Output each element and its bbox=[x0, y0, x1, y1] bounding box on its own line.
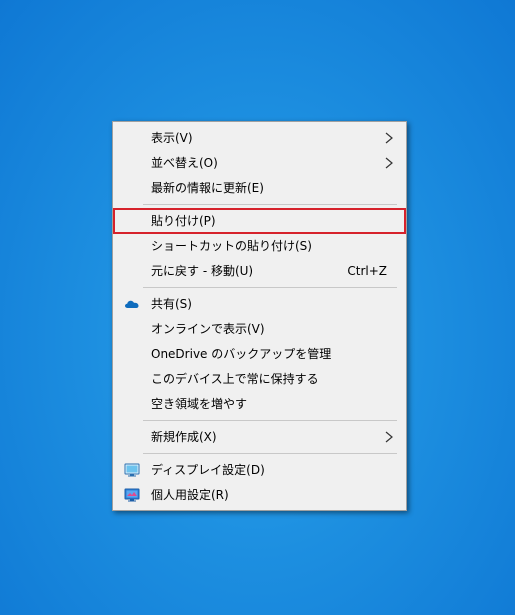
menu-item-always-keep-on-device[interactable]: このデバイス上で常に保持する bbox=[115, 367, 404, 391]
menu-item-label: OneDrive のバックアップを管理 bbox=[151, 347, 332, 361]
menu-separator bbox=[143, 453, 397, 454]
onedrive-cloud-icon bbox=[125, 300, 139, 308]
menu-item-shortcut: Ctrl+Z bbox=[347, 264, 387, 278]
menu-item-share[interactable]: 共有(S) bbox=[115, 292, 404, 316]
menu-item-label: 空き領域を増やす bbox=[151, 397, 248, 411]
menu-item-refresh[interactable]: 最新の情報に更新(E) bbox=[115, 176, 404, 200]
menu-item-paste-shortcut[interactable]: ショートカットの貼り付け(S) bbox=[115, 234, 404, 258]
menu-item-label: 並べ替え(O) bbox=[151, 156, 218, 170]
menu-item-view-online[interactable]: オンラインで表示(V) bbox=[115, 317, 404, 341]
menu-separator bbox=[143, 204, 397, 205]
menu-item-label: オンラインで表示(V) bbox=[151, 322, 265, 336]
menu-item-label: 最新の情報に更新(E) bbox=[151, 181, 264, 195]
menu-item-personalize[interactable]: 個人用設定(R) bbox=[115, 483, 404, 507]
menu-item-view[interactable]: 表示(V) bbox=[115, 126, 404, 150]
menu-item-undo-move[interactable]: 元に戻す - 移動(U) Ctrl+Z bbox=[115, 259, 404, 283]
menu-separator bbox=[143, 287, 397, 288]
chevron-right-icon bbox=[385, 431, 393, 443]
menu-item-free-up-space[interactable]: 空き領域を増やす bbox=[115, 392, 404, 416]
menu-item-new[interactable]: 新規作成(X) bbox=[115, 425, 404, 449]
menu-item-sort-by[interactable]: 並べ替え(O) bbox=[115, 151, 404, 175]
menu-separator bbox=[143, 420, 397, 421]
menu-item-paste[interactable]: 貼り付け(P) bbox=[113, 208, 406, 234]
menu-item-label: 元に戻す - 移動(U) bbox=[151, 264, 254, 278]
menu-item-label: 表示(V) bbox=[151, 131, 193, 145]
menu-item-display-settings[interactable]: ディスプレイ設定(D) bbox=[115, 458, 404, 482]
menu-item-label: 個人用設定(R) bbox=[151, 488, 229, 502]
menu-item-label: このデバイス上で常に保持する bbox=[151, 372, 319, 386]
desktop-context-menu: 表示(V) 並べ替え(O) 最新の情報に更新(E) 貼り付け(P) ショートカッ… bbox=[112, 121, 407, 511]
menu-item-label: ディスプレイ設定(D) bbox=[151, 463, 265, 477]
menu-item-label: 貼り付け(P) bbox=[151, 214, 216, 228]
menu-item-manage-onedrive-backup[interactable]: OneDrive のバックアップを管理 bbox=[115, 342, 404, 366]
menu-item-label: 共有(S) bbox=[151, 297, 192, 311]
chevron-right-icon bbox=[385, 132, 393, 144]
menu-item-label: 新規作成(X) bbox=[151, 430, 217, 444]
chevron-right-icon bbox=[385, 157, 393, 169]
menu-item-label: ショートカットの貼り付け(S) bbox=[151, 239, 312, 253]
display-settings-icon bbox=[124, 463, 140, 477]
personalize-icon bbox=[124, 488, 140, 502]
